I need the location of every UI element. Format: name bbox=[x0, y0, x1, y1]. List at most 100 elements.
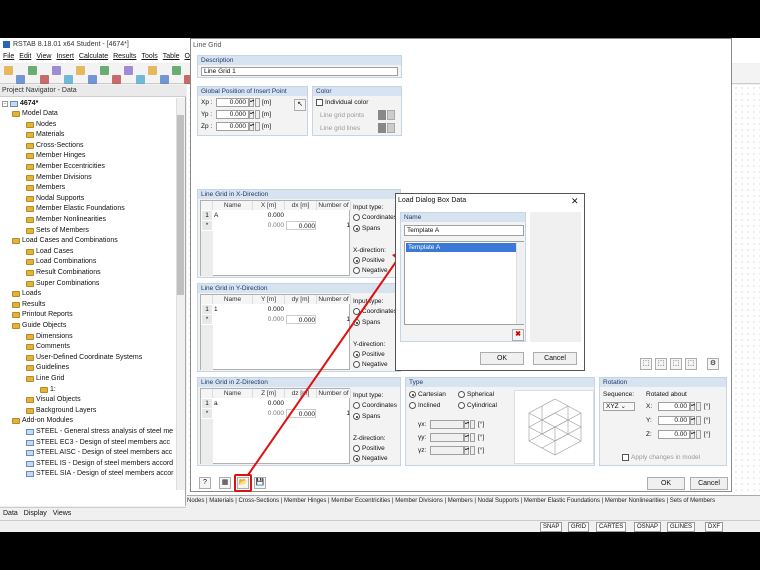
toolbar-icon[interactable] bbox=[148, 66, 157, 75]
individual-color-checkbox[interactable] bbox=[316, 99, 323, 106]
tree-item[interactable]: STEEL IS - Design of steel members accor… bbox=[26, 459, 173, 469]
tree-item[interactable]: Background Layers bbox=[26, 406, 96, 416]
table-cell[interactable]: 0.000 bbox=[254, 221, 284, 230]
tree-item[interactable]: Results bbox=[12, 300, 45, 310]
table-tabs[interactable]: Nodes | Materials | Cross-Sections | Mem… bbox=[187, 495, 760, 506]
tab-data[interactable]: Data bbox=[3, 508, 18, 519]
tree-item[interactable]: Guidelines bbox=[26, 363, 69, 373]
toolbar-icon[interactable] bbox=[40, 75, 49, 84]
ok-button[interactable]: OK bbox=[647, 477, 685, 490]
menu-item-1[interactable]: Edit bbox=[19, 51, 31, 63]
tree-item[interactable]: Printout Reports bbox=[12, 310, 73, 320]
yp-input[interactable]: 0.000 bbox=[216, 110, 249, 119]
collapse-icon[interactable]: − bbox=[2, 101, 8, 107]
tree-item[interactable]: Members bbox=[26, 183, 65, 193]
tree-item[interactable]: Member Divisions bbox=[26, 173, 92, 183]
toolbar-icon[interactable] bbox=[76, 66, 85, 75]
zp-input[interactable]: 0.000 bbox=[216, 122, 249, 131]
toolbar-icon[interactable] bbox=[52, 66, 61, 75]
tree-item[interactable]: Nodes bbox=[26, 120, 56, 130]
tree-item[interactable]: STEEL SIA - Design of steel members acco… bbox=[26, 469, 173, 479]
table-cell[interactable]: 0.000 bbox=[254, 211, 284, 220]
toolbar-icon[interactable] bbox=[64, 75, 73, 84]
z-negative-option[interactable]: Negative bbox=[353, 455, 388, 463]
type-inclined-option[interactable]: Inclined bbox=[409, 402, 440, 410]
yp-spinner[interactable]: ▴▾ bbox=[249, 110, 254, 119]
gamma-y-input[interactable] bbox=[430, 433, 464, 442]
toolbar-icon[interactable] bbox=[160, 75, 169, 84]
tree-item[interactable]: Load Combinations bbox=[26, 257, 96, 267]
view-z-icon[interactable]: ⬚ bbox=[685, 358, 697, 370]
table-cell[interactable]: 0.000 bbox=[286, 315, 316, 324]
table-cell[interactable] bbox=[318, 399, 350, 408]
ry-input[interactable]: 0.00 bbox=[658, 416, 690, 425]
rx-input[interactable]: 0.00 bbox=[658, 402, 690, 411]
yp-select-button[interactable] bbox=[255, 110, 260, 119]
y-spans-option[interactable]: Spans bbox=[353, 319, 380, 327]
table-cell[interactable] bbox=[214, 409, 252, 418]
table-cell[interactable]: 0.000 bbox=[254, 399, 284, 408]
toolbar-icon[interactable] bbox=[28, 66, 37, 75]
tree-item[interactable]: STEEL - General stress analysis of steel… bbox=[26, 427, 173, 437]
ry-spinner[interactable]: ▴▾ bbox=[690, 416, 695, 425]
z-grid-table[interactable]: Name Z [m] dz [m] Number of 1 a 0.000 * 0.000 0.0… bbox=[200, 388, 351, 464]
menu-item-5[interactable]: Results bbox=[113, 51, 136, 63]
y-negative-option[interactable]: Negative bbox=[353, 361, 388, 369]
table-cell[interactable]: 1 bbox=[318, 221, 350, 230]
grid-lines-color-button[interactable] bbox=[387, 123, 395, 133]
table-cell[interactable]: 1 bbox=[318, 409, 350, 418]
status-toggle-dxf[interactable]: DXF bbox=[705, 522, 723, 532]
rz-button[interactable] bbox=[696, 430, 701, 439]
y-grid-table[interactable]: Name Y [m] dy [m] Number of 1 1 0.000 * 0.000 0.0… bbox=[200, 294, 351, 370]
tree-item[interactable]: Super Combinations bbox=[26, 279, 99, 289]
tree-item[interactable]: Cross-Sections bbox=[26, 141, 83, 151]
template-name-input[interactable]: Template A bbox=[404, 225, 524, 236]
z-positive-option[interactable]: Positive bbox=[353, 445, 385, 453]
tree-item[interactable]: Loads bbox=[12, 289, 41, 299]
status-toggle-snap[interactable]: SNAP bbox=[540, 522, 563, 532]
gamma-z-input[interactable] bbox=[430, 446, 464, 455]
cancel-button[interactable]: Cancel bbox=[690, 477, 728, 490]
status-toggle-grid[interactable]: GRID bbox=[568, 522, 589, 532]
ry-button[interactable] bbox=[696, 416, 701, 425]
status-toggle-cartes[interactable]: CARTES bbox=[596, 522, 627, 532]
tab-views[interactable]: Views bbox=[53, 508, 72, 519]
grid-points-color[interactable] bbox=[378, 110, 386, 120]
table-cell[interactable] bbox=[318, 305, 350, 314]
status-toggle-osnap[interactable]: OSNAP bbox=[634, 522, 662, 532]
tree-root[interactable]: − 4674* bbox=[2, 99, 38, 109]
table-cell[interactable] bbox=[286, 211, 316, 220]
toolbar-icon[interactable] bbox=[4, 66, 13, 75]
x-negative-option[interactable]: Negative bbox=[353, 267, 388, 275]
x-grid-table[interactable]: Name X [m] dx [m] Number of 1 A 0.000 * 0.000 0.0… bbox=[200, 200, 351, 276]
zp-spinner[interactable]: ▴▾ bbox=[249, 122, 254, 131]
template-list-item[interactable]: Template A bbox=[406, 243, 516, 252]
z-spans-option[interactable]: Spans bbox=[353, 413, 380, 421]
table-cell[interactable] bbox=[286, 305, 316, 314]
tree-item[interactable]: Member Hinges bbox=[26, 151, 85, 161]
tree-item[interactable]: STEEL EC3 - Design of steel members acc bbox=[26, 438, 170, 448]
y-coordinates-option[interactable]: Coordinates bbox=[353, 308, 397, 316]
menu-item-6[interactable]: Tools bbox=[141, 51, 157, 63]
gamma-x-spinner[interactable]: ▴▾ bbox=[464, 420, 469, 429]
menu-item-3[interactable]: Insert bbox=[56, 51, 74, 63]
type-spherical-option[interactable]: Spherical bbox=[458, 391, 494, 399]
delete-template-icon[interactable]: ✖ bbox=[512, 329, 524, 341]
rz-spinner[interactable]: ▴▾ bbox=[690, 430, 695, 439]
table-cell[interactable] bbox=[214, 315, 252, 324]
grid-lines-color[interactable] bbox=[378, 123, 386, 133]
type-cartesian-option[interactable]: Cartesian bbox=[409, 391, 446, 399]
tree-item[interactable]: Model Data bbox=[12, 109, 58, 119]
tree-item[interactable]: Dimensions bbox=[26, 332, 73, 342]
toolbar-icon[interactable] bbox=[172, 66, 181, 75]
table-cell[interactable] bbox=[214, 221, 252, 230]
type-cylindrical-option[interactable]: Cylindrical bbox=[458, 402, 497, 410]
tab-display[interactable]: Display bbox=[24, 508, 47, 519]
toolbar-icon[interactable] bbox=[16, 75, 25, 84]
toolbar-icon[interactable] bbox=[100, 66, 109, 75]
view-iso-icon[interactable]: ⬚ bbox=[640, 358, 652, 370]
tree-item[interactable]: Load Cases and Combinations bbox=[12, 236, 118, 246]
z-coordinates-option[interactable]: Coordinates bbox=[353, 402, 397, 410]
tree-item[interactable]: Comments bbox=[26, 342, 70, 352]
template-list[interactable]: Template A bbox=[404, 241, 524, 325]
